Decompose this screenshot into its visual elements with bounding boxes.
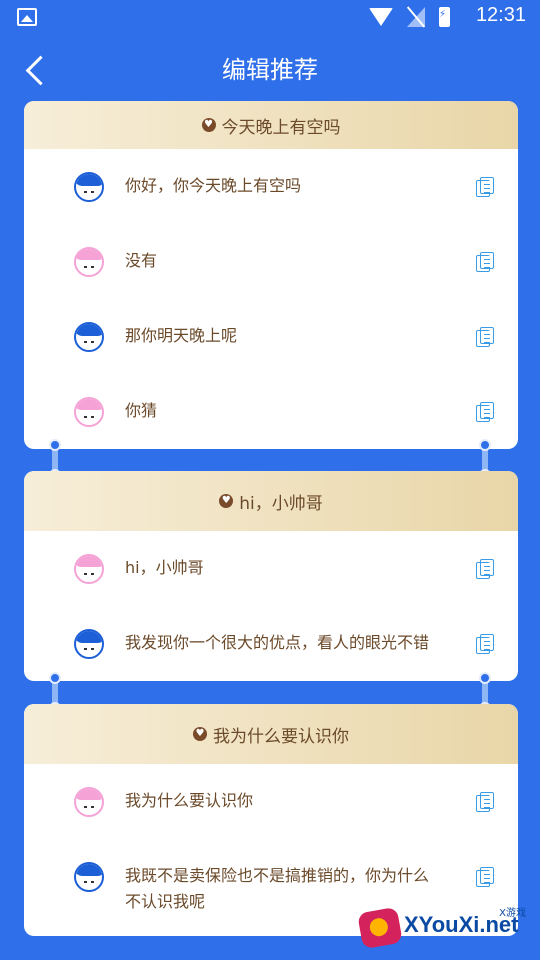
girl-avatar-icon <box>74 787 104 817</box>
recommend-card: ♥ 我为什么要认识你 我为什么要认识你 我既不是卖保险也不是搞推销的，你为什么不… <box>24 704 518 936</box>
chat-message: 我为什么要认识你 <box>125 791 254 810</box>
status-bar: 12:31 <box>0 0 540 36</box>
chat-row: 没有 <box>24 224 518 299</box>
card-header: ♥ 我为什么要认识你 <box>24 704 518 764</box>
chat-message: 没有 <box>125 251 158 270</box>
boy-avatar-icon <box>74 629 104 659</box>
card-header: ♥ hi，小帅哥 <box>24 471 518 531</box>
chat-row: 你猜 <box>24 374 518 449</box>
chat-row: 我发现你一个很大的优点，看人的眼光不错 <box>24 606 518 681</box>
watermark-small-text: X游戏 <box>499 908 526 919</box>
copy-icon[interactable] <box>476 559 494 579</box>
heart-icon: ♥ <box>219 494 234 508</box>
chat-message: hi，小帅哥 <box>125 558 204 577</box>
chat-row: 你好，你今天晚上有空吗 <box>24 149 518 224</box>
chat-message: 我发现你一个很大的优点，看人的眼光不错 <box>125 633 430 652</box>
recommend-card: ♥ hi，小帅哥 hi，小帅哥 我发现你一个很大的优点，看人的眼光不错 <box>24 471 518 681</box>
card-header: ♥ 今天晚上有空吗 <box>24 101 518 149</box>
status-time: 12:31 <box>475 4 526 26</box>
wifi-icon <box>369 8 393 26</box>
page-title: 编辑推荐 <box>222 56 318 84</box>
boy-avatar-icon <box>74 862 104 892</box>
chat-message: 你好，你今天晚上有空吗 <box>125 176 302 195</box>
copy-icon[interactable] <box>476 327 494 347</box>
battery-charging-icon <box>439 7 450 27</box>
gallery-icon <box>17 8 37 26</box>
copy-icon[interactable] <box>476 252 494 272</box>
copy-icon[interactable] <box>476 867 494 887</box>
card-heading: 我为什么要认识你 <box>213 726 349 747</box>
status-icons <box>369 6 450 28</box>
watermark: XYouXi.net X游戏 <box>357 904 530 952</box>
card-heading: 今天晚上有空吗 <box>221 117 341 138</box>
chat-row: 那你明天晚上呢 <box>24 299 518 374</box>
copy-icon[interactable] <box>476 634 494 654</box>
chat-message: 那你明天晚上呢 <box>125 326 238 345</box>
recommend-card: ♥ 今天晚上有空吗 你好，你今天晚上有空吗 没有 那你明天晚上呢 你猜 <box>24 101 518 449</box>
no-signal-icon <box>407 7 425 27</box>
game-controller-logo <box>357 906 403 950</box>
heart-icon: ♥ <box>201 118 216 132</box>
boy-avatar-icon <box>74 322 104 352</box>
top-app-bar: 编辑推荐 <box>0 36 540 102</box>
heart-icon: ♥ <box>193 727 207 741</box>
boy-avatar-icon <box>74 172 104 202</box>
chat-row: hi，小帅哥 <box>24 531 518 606</box>
copy-icon[interactable] <box>476 402 494 422</box>
chat-message: 你猜 <box>125 401 158 420</box>
copy-icon[interactable] <box>476 177 494 197</box>
card-heading: hi，小帅哥 <box>239 493 323 514</box>
girl-avatar-icon <box>74 397 104 427</box>
chat-row: 我为什么要认识你 <box>24 764 518 839</box>
girl-avatar-icon <box>74 554 104 584</box>
girl-avatar-icon <box>74 247 104 277</box>
copy-icon[interactable] <box>476 792 494 812</box>
